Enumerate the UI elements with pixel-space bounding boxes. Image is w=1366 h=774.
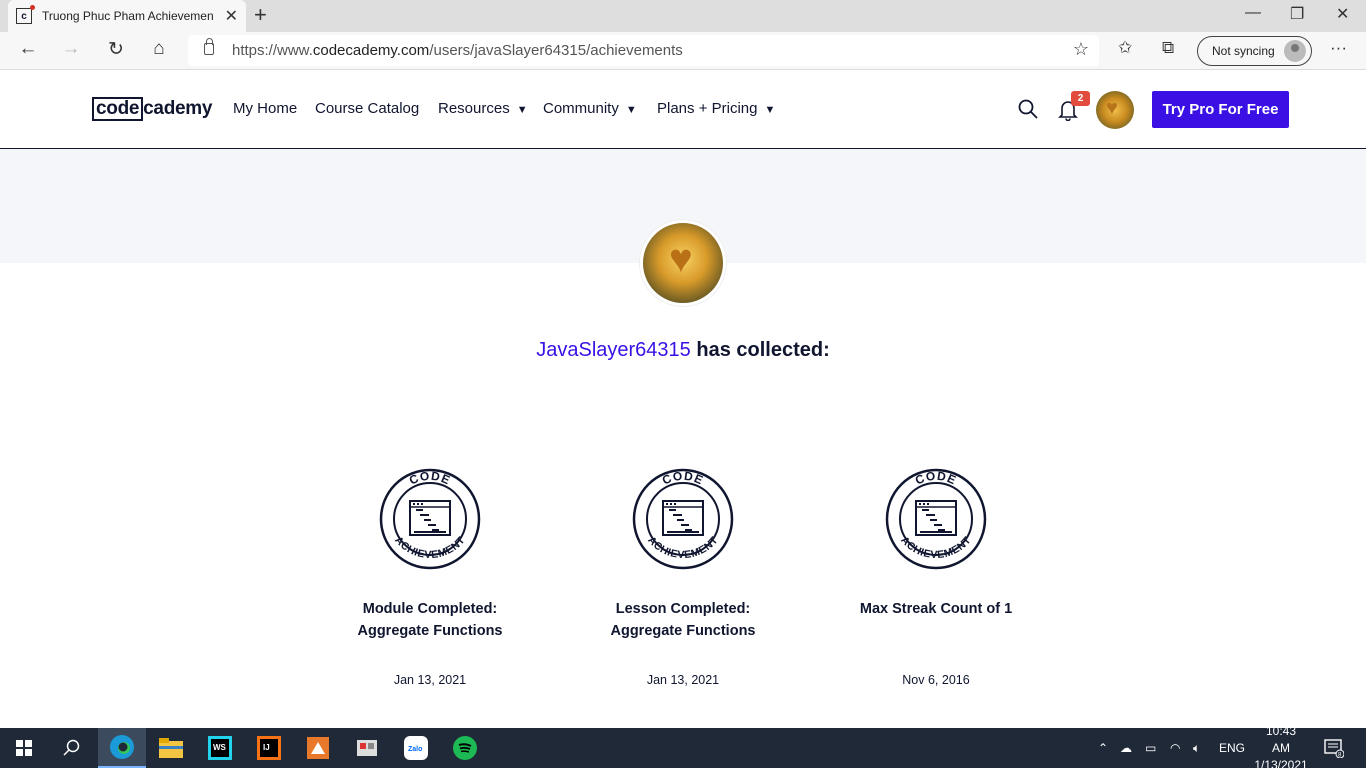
more-menu-icon[interactable]: ··· <box>1330 38 1347 58</box>
clock[interactable]: 10:43 AM 1/13/2021 <box>1254 724 1307 772</box>
spotify-icon[interactable] <box>441 728 489 768</box>
sublime-orange-app-icon[interactable] <box>294 728 342 768</box>
zalo-icon[interactable]: Zalo <box>392 728 440 768</box>
nav-course-catalog[interactable]: Course Catalog <box>315 100 419 117</box>
site-header: code cademy My Home Course Catalog Resour… <box>0 71 1366 149</box>
achievement-date: Nov 6, 2016 <box>902 673 970 687</box>
nav-my-home[interactable]: My Home <box>233 100 297 117</box>
file-explorer-icon[interactable] <box>147 728 195 768</box>
forward-icon[interactable]: → <box>58 38 84 60</box>
caret-down-icon: ▼ <box>516 104 528 116</box>
profile-avatar-icon <box>1284 40 1306 62</box>
achievement-card[interactable]: CODE ACHIEVEMENT Module Completed: Aggrega… <box>330 468 530 687</box>
intellij-icon[interactable]: IJ <box>245 728 293 768</box>
new-tab-icon[interactable]: + <box>254 4 267 26</box>
svg-text:IJ: IJ <box>263 743 270 752</box>
language-indicator[interactable]: ENG <box>1219 728 1245 768</box>
codecademy-logo[interactable]: code cademy <box>92 97 212 121</box>
close-tab-icon[interactable]: ✕ <box>225 6 238 26</box>
profile-avatar <box>640 220 726 306</box>
webstorm-icon[interactable]: WS <box>196 728 244 768</box>
browser-toolbar: ← → ↻ ⌂ https://www.codecademy.com/users… <box>0 32 1366 70</box>
clock-date: 1/13/2021 <box>1254 757 1308 772</box>
favorite-star-icon[interactable]: ☆ <box>1073 39 1089 60</box>
lock-icon[interactable] <box>204 38 214 55</box>
svg-text:Zalo: Zalo <box>408 746 422 753</box>
code-achievement-badge-icon: CODEACHIEVEMENT <box>379 469 481 570</box>
achievement-card[interactable]: CODE ACHIEVEMENT Max Streak Count of 1 No… <box>836 468 1036 687</box>
notification-count-badge: 2 <box>1071 91 1090 106</box>
minimize-icon[interactable]: — <box>1245 4 1261 22</box>
collected-heading: JavaSlayer64315 has collected: <box>0 339 1366 362</box>
nav-resources[interactable]: Resources ▼ <box>438 100 528 117</box>
onedrive-cloud-icon[interactable]: ☁ <box>1120 728 1132 768</box>
volume-icon[interactable]: 🔈︎ <box>1193 728 1200 768</box>
code-achievement-badge-icon: CODEACHIEVEMENT <box>632 469 734 570</box>
caret-down-icon: ▼ <box>625 104 637 116</box>
try-pro-button[interactable]: Try Pro For Free <box>1152 91 1289 128</box>
collected-suffix: has collected: <box>690 339 830 361</box>
show-hidden-icons-icon[interactable]: ⌃ <box>1098 728 1108 768</box>
achievement-title: Module Completed: Aggregate Functions <box>357 601 503 639</box>
achievement-title: Lesson Completed: Aggregate Functions <box>610 601 756 639</box>
clock-time: 10:43 AM <box>1265 723 1297 755</box>
restore-icon[interactable]: ❐ <box>1290 4 1304 24</box>
collections-icon[interactable]: ⧉ <box>1162 38 1174 58</box>
close-window-icon[interactable]: ✕ <box>1336 4 1349 24</box>
logo-cademy: cademy <box>143 98 213 119</box>
achievement-date: Jan 13, 2021 <box>393 673 467 687</box>
favorites-icon[interactable]: ✩ <box>1118 38 1132 58</box>
achievement-title: Max Streak Count of 1 <box>859 601 1013 617</box>
codecademy-page: code cademy My Home Course Catalog Resour… <box>0 71 1366 728</box>
refresh-icon[interactable]: ↻ <box>103 38 129 61</box>
search-icon[interactable] <box>1018 99 1038 119</box>
caret-down-icon: ▼ <box>764 104 776 116</box>
codecademy-favicon-icon: c <box>16 5 35 24</box>
profile-sync-button[interactable]: Not syncing <box>1197 36 1312 66</box>
logo-code: code <box>92 97 144 121</box>
tab-title: Truong Phuc Pham Achievements <box>42 9 214 23</box>
battery-icon[interactable]: ▭ <box>1145 728 1156 768</box>
sync-label: Not syncing <box>1212 44 1275 58</box>
snipping-tool-icon[interactable] <box>343 728 391 768</box>
wifi-icon[interactable]: ◠ <box>1170 728 1180 768</box>
username-link[interactable]: JavaSlayer64315 <box>536 339 691 361</box>
action-center-icon[interactable]: 8 <box>1324 728 1344 768</box>
windows-start-icon[interactable] <box>0 728 48 768</box>
home-icon[interactable]: ⌂ <box>146 38 172 60</box>
edge-browser-icon[interactable] <box>98 728 146 768</box>
taskbar-search-icon[interactable] <box>48 728 96 768</box>
url-text[interactable]: https://www.codecademy.com/users/javaSla… <box>232 42 683 59</box>
achievement-card[interactable]: CODE ACHIEVEMENT Lesson Completed: Aggrega… <box>583 468 783 687</box>
nav-plans-pricing[interactable]: Plans + Pricing ▼ <box>657 100 775 117</box>
address-bar[interactable]: https://www.codecademy.com/users/javaSla… <box>188 35 1099 66</box>
browser-tabstrip: c Truong Phuc Pham Achievements ✕ + — ❐ … <box>0 0 1366 32</box>
browser-tab[interactable]: c Truong Phuc Pham Achievements ✕ <box>8 0 246 32</box>
svg-text:WS: WS <box>213 743 227 752</box>
windows-taskbar: WS IJ Zalo ⌃ ☁ ▭ ◠ 🔈︎ ENG 10:43 AM 1/13/… <box>0 724 1366 772</box>
code-achievement-badge-icon: CODEACHIEVEMENT <box>885 469 987 570</box>
nav-community[interactable]: Community ▼ <box>543 100 637 117</box>
back-icon[interactable]: ← <box>15 38 41 60</box>
user-avatar[interactable] <box>1096 91 1134 129</box>
achievement-date: Jan 13, 2021 <box>646 673 720 687</box>
